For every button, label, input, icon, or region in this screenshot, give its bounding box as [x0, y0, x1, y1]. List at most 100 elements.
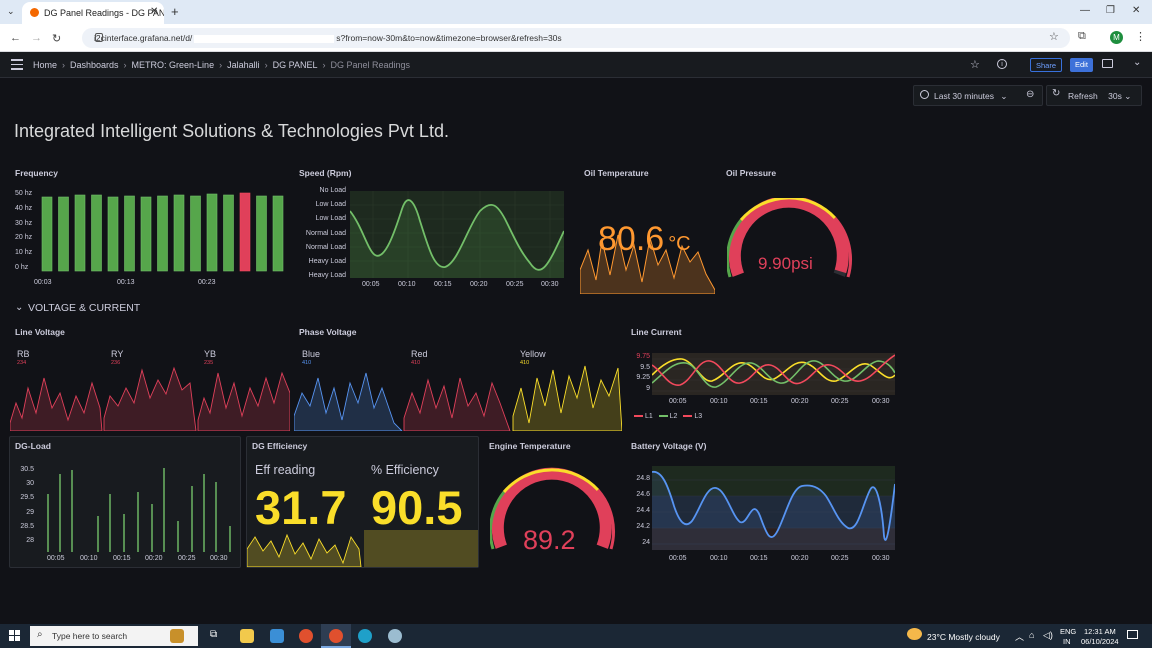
frequency-bar: [190, 195, 201, 272]
url-input[interactable]: i2cinterface.grafana.net/d/s?from=now-30…: [82, 28, 1070, 48]
forward-icon[interactable]: →: [31, 32, 42, 44]
window-close-icon[interactable]: ✕: [1132, 5, 1140, 16]
mail-app-icon[interactable]: [270, 629, 284, 643]
x-tick: 00:30: [872, 398, 890, 405]
line-voltage-title: Line Voltage: [15, 327, 65, 337]
volume-icon[interactable]: ◁): [1043, 630, 1053, 641]
rb-value: 234: [17, 360, 27, 366]
file-explorer-icon[interactable]: [240, 629, 254, 643]
blue-value: 410: [302, 360, 312, 366]
y-tick: 20 hz: [15, 234, 33, 242]
chrome-active-icon[interactable]: [329, 629, 343, 643]
x-tick: 00:10: [80, 555, 98, 562]
edit-button[interactable]: Edit: [1070, 58, 1093, 72]
share-button[interactable]: Share: [1030, 58, 1063, 72]
speed-line-chart: [350, 191, 564, 278]
red-value: 410: [411, 360, 421, 366]
breadcrumb-folder[interactable]: METRO: Green-Line: [132, 60, 215, 70]
legend-l3[interactable]: L3: [694, 413, 702, 420]
y-tick: 40 hz: [15, 204, 33, 212]
url-text: i2cinterface.grafana.net/d/: [94, 33, 193, 43]
y-tick: Low Load: [315, 201, 346, 209]
extensions-icon[interactable]: ⧉: [1078, 30, 1086, 43]
back-icon[interactable]: ←: [10, 32, 21, 44]
row-title[interactable]: VOLTAGE & CURRENT: [28, 302, 140, 314]
frequency-bar: [140, 196, 152, 272]
bookmark-star-icon[interactable]: ☆: [1049, 30, 1059, 43]
breadcrumb-dashboards[interactable]: Dashboards: [70, 60, 119, 70]
refresh-icon: ↻: [1052, 88, 1061, 99]
refresh-button[interactable]: Refresh 30s ⌄: [1046, 85, 1142, 106]
frequency-bar-alert: [239, 192, 251, 272]
tab-search-icon[interactable]: ⌄: [7, 6, 15, 17]
minimize-icon[interactable]: —: [1080, 5, 1090, 16]
frequency-bar: [157, 195, 168, 272]
x-tick: 00:25: [831, 398, 849, 405]
restore-icon[interactable]: ❐: [1106, 5, 1115, 16]
y-tick: Low Load: [315, 215, 346, 223]
zoom-out-icon[interactable]: ⊖: [1026, 89, 1034, 100]
y-tick: 29.5: [20, 494, 34, 502]
app-icon[interactable]: [388, 629, 402, 643]
tray-chevron-icon[interactable]: ︿: [1015, 630, 1024, 643]
breadcrumb-panel-folder[interactable]: DG PANEL: [273, 60, 318, 70]
profile-avatar[interactable]: M: [1110, 31, 1123, 44]
breadcrumb-subfolder[interactable]: Jalahalli: [227, 60, 260, 70]
clock-time[interactable]: 12:31 AM: [1084, 627, 1116, 636]
network-icon[interactable]: ⌂: [1029, 630, 1034, 640]
chevron-down-icon[interactable]: ⌄: [1133, 57, 1141, 68]
row-collapse-icon[interactable]: ⌄: [15, 302, 23, 313]
ry-label: RY: [111, 349, 124, 359]
site-info-icon[interactable]: [95, 33, 103, 42]
yellow-value: 410: [520, 360, 530, 366]
battery-y-axis: 24.8 24.6 24.4 24.2 24: [630, 475, 650, 555]
weather-text[interactable]: 23°C Mostly cloudy: [927, 632, 1000, 642]
line-voltage-sparklines: [10, 366, 290, 431]
task-view-icon[interactable]: ⧉: [210, 629, 217, 640]
y-tick: 29: [26, 508, 34, 516]
dg-load-y-axis: 30.5 30 29.5 29 28.5 28: [14, 466, 34, 551]
language-indicator[interactable]: ENG: [1060, 627, 1076, 636]
edge-icon[interactable]: [358, 629, 372, 643]
frequency-title: Frequency: [15, 168, 58, 178]
breadcrumb-home[interactable]: Home: [33, 60, 57, 70]
y-tick: Normal Load: [305, 229, 346, 237]
x-tick: 00:25: [506, 281, 524, 288]
region-indicator[interactable]: IN: [1063, 637, 1071, 646]
y-tick: No Load: [319, 187, 346, 194]
tab-close-icon[interactable]: ✕: [150, 6, 158, 17]
chrome-icon[interactable]: [299, 629, 313, 643]
star-dashboard-icon[interactable]: ☆: [970, 58, 980, 71]
x-tick: 00:03: [34, 279, 52, 286]
windows-start-icon[interactable]: [9, 630, 21, 642]
hamburger-menu-icon[interactable]: [11, 59, 23, 70]
browser-menu-icon[interactable]: ⋮: [1135, 30, 1146, 43]
notifications-icon[interactable]: [1127, 630, 1138, 639]
ry-value: 236: [111, 360, 121, 366]
legend-l2[interactable]: L2: [670, 413, 678, 420]
frequency-bar: [74, 194, 86, 272]
reload-icon[interactable]: ↻: [52, 32, 61, 45]
new-tab-icon[interactable]: +: [171, 4, 179, 19]
legend-l1[interactable]: L1: [645, 413, 653, 420]
oil-temp-unit: °C: [668, 233, 691, 255]
frequency-bar: [58, 196, 69, 272]
clock-date[interactable]: 06/10/2024: [1081, 637, 1119, 646]
time-range-picker[interactable]: Last 30 minutes ⌄: [913, 85, 1043, 106]
x-tick: 00:30: [210, 555, 228, 562]
taskbar-search-placeholder: Type here to search: [52, 631, 128, 641]
kiosk-mode-icon[interactable]: [1102, 59, 1113, 68]
y-tick: 10 hz: [15, 249, 33, 257]
speed-y-axis: No Load Low Load Low Load Normal Load No…: [290, 187, 346, 286]
x-tick: 00:15: [113, 555, 131, 562]
x-tick: 00:05: [47, 555, 65, 562]
line-current-title: Line Current: [631, 327, 682, 337]
line-current-legend: L1 L2 L3: [634, 413, 702, 420]
refresh-interval[interactable]: 30s: [1108, 91, 1122, 101]
news-widget-icon[interactable]: [170, 629, 184, 643]
x-tick: 00:30: [872, 555, 890, 562]
x-tick: 00:25: [831, 555, 849, 562]
browser-tab[interactable]: DG Panel Readings - DG PANEL: [22, 2, 164, 24]
time-range-label: Last 30 minutes: [934, 91, 995, 101]
info-icon[interactable]: i: [997, 59, 1007, 69]
